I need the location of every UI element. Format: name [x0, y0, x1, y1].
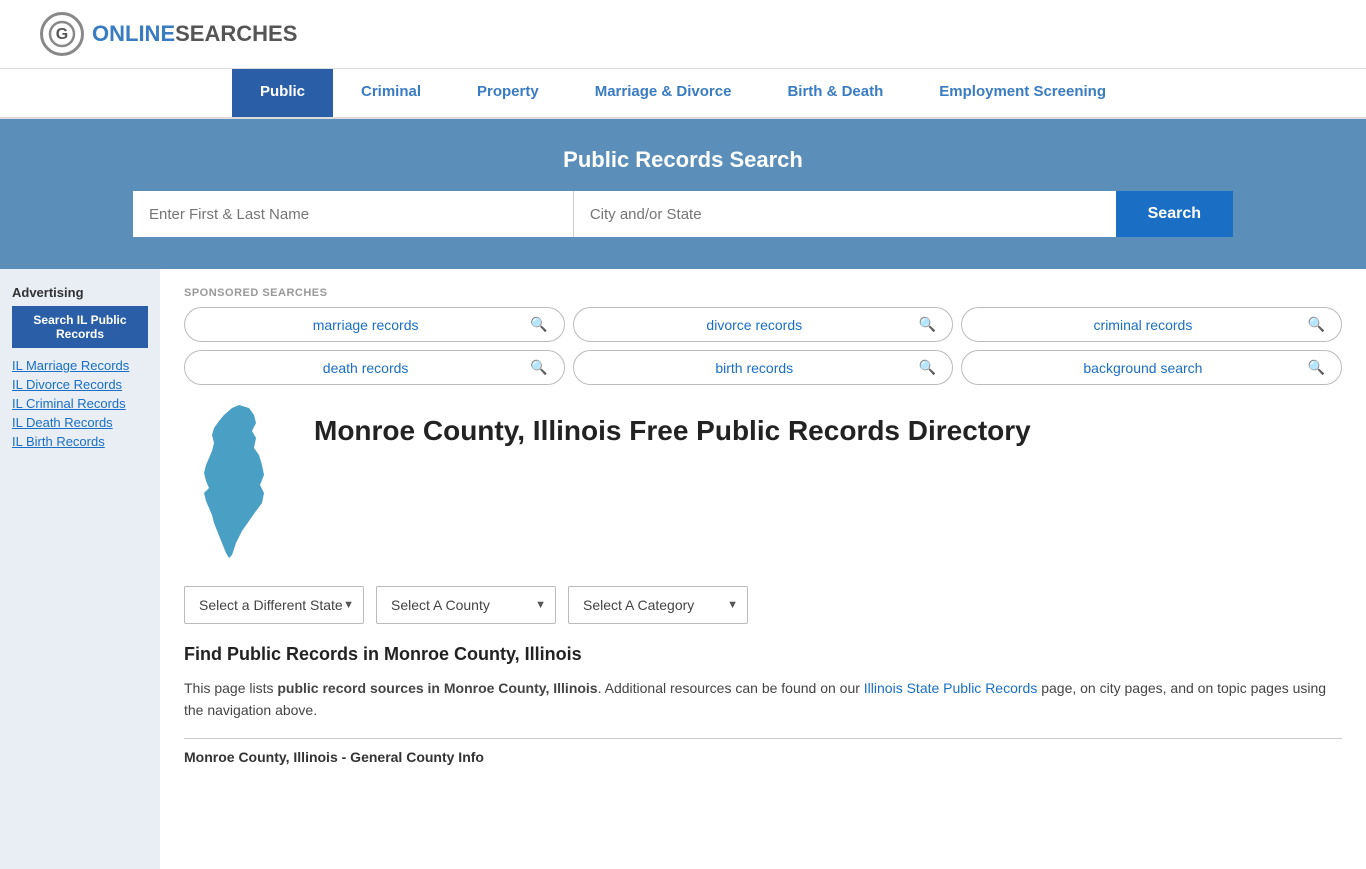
- state-dropdown-wrapper: Select a Different State: [184, 586, 364, 624]
- search-form: Search: [133, 191, 1233, 237]
- sponsored-death[interactable]: death records 🔍: [184, 350, 565, 385]
- category-dropdown[interactable]: Select A Category: [568, 586, 748, 624]
- nav-marriage-divorce[interactable]: Marriage & Divorce: [567, 69, 760, 117]
- sidebar-ad-label: Advertising: [12, 285, 148, 300]
- search-icon-criminal: 🔍: [1308, 316, 1325, 333]
- county-dropdown[interactable]: Select A County: [376, 586, 556, 624]
- nav-birth-death[interactable]: Birth & Death: [759, 69, 911, 117]
- search-banner: Public Records Search Search: [0, 119, 1366, 269]
- sidebar-link-divorce[interactable]: IL Divorce Records: [12, 377, 148, 392]
- sidebar-ad-button[interactable]: Search IL Public Records: [12, 306, 148, 348]
- search-location-input[interactable]: [573, 191, 1116, 237]
- state-section: Monroe County, Illinois Free Public Reco…: [184, 403, 1342, 566]
- logo[interactable]: G ONLINESEARCHES: [40, 12, 297, 56]
- sponsored-background[interactable]: background search 🔍: [961, 350, 1342, 385]
- logo-icon: G: [40, 12, 84, 56]
- search-icon-marriage: 🔍: [530, 316, 547, 333]
- header: G ONLINESEARCHES: [0, 0, 1366, 69]
- search-name-input[interactable]: [133, 191, 573, 237]
- sidebar-link-birth[interactable]: IL Birth Records: [12, 434, 148, 449]
- illinois-map-svg: [184, 403, 284, 563]
- search-icon-birth: 🔍: [919, 359, 936, 376]
- il-public-records-link[interactable]: Illinois State Public Records: [864, 680, 1038, 696]
- sponsored-divorce[interactable]: divorce records 🔍: [573, 307, 954, 342]
- state-map: [184, 403, 294, 566]
- sidebar-link-marriage[interactable]: IL Marriage Records: [12, 358, 148, 373]
- find-description: This page lists public record sources in…: [184, 677, 1342, 722]
- county-dropdown-wrapper: Select A County: [376, 586, 556, 624]
- page-title: Monroe County, Illinois Free Public Reco…: [314, 403, 1031, 449]
- sponsored-marriage[interactable]: marriage records 🔍: [184, 307, 565, 342]
- main-nav: Public Criminal Property Marriage & Divo…: [0, 69, 1366, 119]
- sponsored-label: SPONSORED SEARCHES: [184, 287, 1342, 299]
- sponsored-criminal[interactable]: criminal records 🔍: [961, 307, 1342, 342]
- main-content: Advertising Search IL Public Records IL …: [0, 269, 1366, 869]
- nav-public[interactable]: Public: [232, 69, 333, 117]
- sidebar-link-criminal[interactable]: IL Criminal Records: [12, 396, 148, 411]
- sponsored-grid: marriage records 🔍 divorce records 🔍 cri…: [184, 307, 1342, 385]
- search-icon-death: 🔍: [530, 359, 547, 376]
- category-dropdown-wrapper: Select A Category: [568, 586, 748, 624]
- search-button[interactable]: Search: [1116, 191, 1233, 237]
- nav-property[interactable]: Property: [449, 69, 567, 117]
- logo-text: ONLINESEARCHES: [92, 21, 297, 47]
- dropdowns-section: Select a Different State Select A County…: [184, 586, 1342, 624]
- state-dropdown[interactable]: Select a Different State: [184, 586, 364, 624]
- county-info-title: Monroe County, Illinois - General County…: [184, 738, 1342, 765]
- sidebar: Advertising Search IL Public Records IL …: [0, 269, 160, 869]
- nav-employment[interactable]: Employment Screening: [911, 69, 1134, 117]
- search-icon-divorce: 🔍: [919, 316, 936, 333]
- find-title: Find Public Records in Monroe County, Il…: [184, 644, 1342, 665]
- sponsored-birth[interactable]: birth records 🔍: [573, 350, 954, 385]
- search-banner-title: Public Records Search: [40, 147, 1326, 173]
- nav-criminal[interactable]: Criminal: [333, 69, 449, 117]
- svg-text:G: G: [56, 26, 68, 43]
- sidebar-link-death[interactable]: IL Death Records: [12, 415, 148, 430]
- content-area: SPONSORED SEARCHES marriage records 🔍 di…: [160, 269, 1366, 869]
- search-icon-background: 🔍: [1308, 359, 1325, 376]
